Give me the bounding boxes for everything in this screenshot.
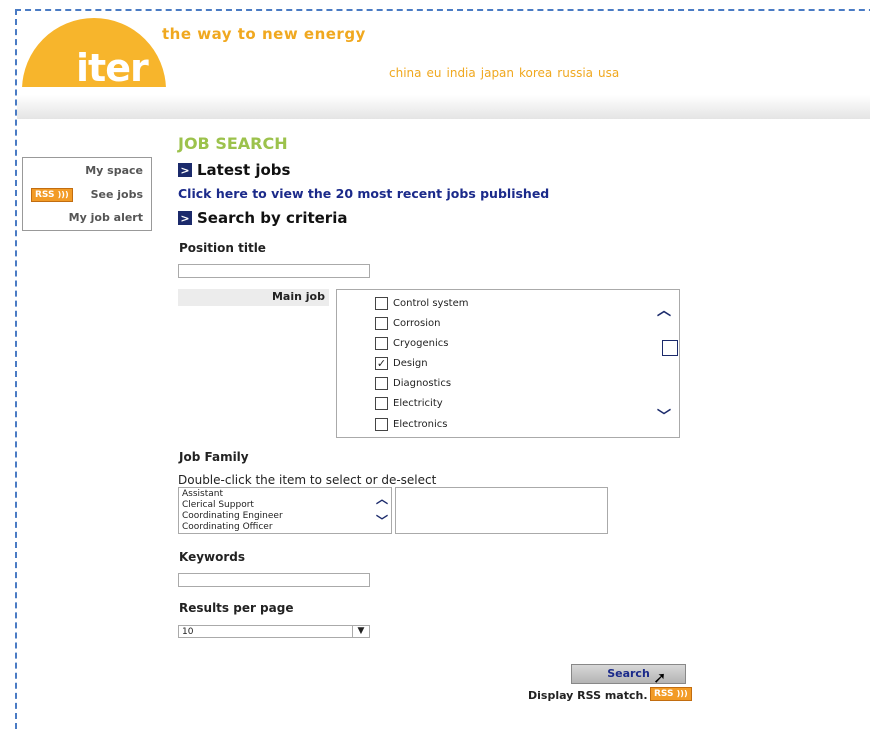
checkbox[interactable] bbox=[375, 377, 388, 390]
option-label: Design bbox=[393, 358, 428, 369]
option-label: Electronics bbox=[393, 419, 448, 430]
checkbox[interactable] bbox=[375, 397, 388, 410]
sidebar-item-my-space[interactable]: My space bbox=[85, 164, 143, 177]
option-label: Electricity bbox=[393, 398, 443, 409]
country-links: china eu india japan korea russia usa bbox=[389, 66, 619, 80]
header-bar bbox=[17, 95, 870, 119]
results-per-page-select[interactable]: 10 ▼ bbox=[178, 625, 370, 638]
country-link-japan[interactable]: japan bbox=[481, 66, 514, 80]
results-per-page-label: Results per page bbox=[179, 601, 294, 615]
option-label: Control system bbox=[393, 298, 469, 309]
option-label: Corrosion bbox=[393, 318, 441, 329]
search-criteria-heading: > Search by criteria bbox=[178, 209, 347, 227]
main-job-option[interactable]: Diagnostics bbox=[375, 377, 451, 390]
list-item[interactable]: Coordinating Engineer bbox=[182, 511, 283, 521]
country-link-korea[interactable]: korea bbox=[519, 66, 552, 80]
main-job-option[interactable]: ✓ Design bbox=[375, 357, 428, 370]
rss-icon[interactable]: RSS ))) bbox=[31, 188, 73, 202]
chevron-down-icon[interactable]: ▼ bbox=[352, 626, 369, 637]
position-title-label: Position title bbox=[179, 241, 266, 255]
option-label: Diagnostics bbox=[393, 378, 452, 389]
search-button[interactable]: Search bbox=[571, 664, 686, 684]
latest-jobs-link[interactable]: Click here to view the 20 most recent jo… bbox=[178, 186, 549, 201]
country-link-eu[interactable]: eu bbox=[427, 66, 442, 80]
checkbox-checked[interactable]: ✓ bbox=[375, 357, 388, 370]
list-item[interactable]: Clerical Support bbox=[182, 500, 254, 510]
checkbox[interactable] bbox=[375, 337, 388, 350]
rss-badge-label: RSS bbox=[35, 190, 55, 200]
latest-jobs-heading: > Latest jobs bbox=[178, 161, 290, 179]
chevron-up-icon[interactable]: ︿ bbox=[657, 300, 671, 320]
main-job-option[interactable]: Electronics bbox=[375, 418, 448, 431]
page-title: JOB SEARCH bbox=[178, 134, 288, 153]
job-family-selected-listbox[interactable] bbox=[395, 487, 608, 534]
keywords-label: Keywords bbox=[179, 550, 246, 564]
results-per-page-value: 10 bbox=[182, 627, 194, 637]
main-job-option[interactable]: Corrosion bbox=[375, 317, 441, 330]
main-job-option[interactable]: Cryogenics bbox=[375, 337, 448, 350]
main-job-option[interactable]: Control system bbox=[375, 297, 468, 310]
search-criteria-heading-text: Search by criteria bbox=[197, 209, 348, 227]
tagline: the way to new energy bbox=[162, 25, 366, 43]
sidebar-item-see-jobs[interactable]: See jobs bbox=[91, 188, 143, 201]
list-item[interactable]: Coordinating Officer bbox=[182, 522, 273, 532]
country-link-china[interactable]: china bbox=[389, 66, 422, 80]
job-family-label: Job Family bbox=[179, 450, 249, 464]
rss-icon[interactable]: RSS ))) bbox=[650, 687, 692, 701]
rss-badge-label: RSS bbox=[654, 689, 674, 699]
job-family-hint: Double-click the item to select or de-se… bbox=[178, 473, 437, 487]
latest-jobs-heading-text: Latest jobs bbox=[197, 161, 291, 179]
main-job-option[interactable]: Electricity bbox=[375, 397, 443, 410]
country-link-usa[interactable]: usa bbox=[598, 66, 619, 80]
option-label: Cryogenics bbox=[393, 338, 449, 349]
arrow-right-icon: > bbox=[178, 163, 192, 177]
position-title-input[interactable] bbox=[178, 264, 370, 278]
chevron-down-icon[interactable]: ﹀ bbox=[376, 512, 388, 529]
chevron-down-icon[interactable]: ﹀ bbox=[657, 406, 671, 426]
mouse-cursor-icon: ➚ bbox=[653, 668, 667, 687]
checkbox[interactable] bbox=[375, 317, 388, 330]
main-job-listbox[interactable]: Control system Corrosion Cryogenics ✓ De… bbox=[336, 289, 680, 438]
sidebar: My space RSS ))) See jobs My job alert bbox=[22, 157, 152, 231]
job-family-listbox[interactable]: Assistant Clerical Support Coordinating … bbox=[178, 487, 392, 534]
scrollbar-thumb[interactable] bbox=[662, 340, 678, 356]
chevron-up-icon[interactable]: ︿ bbox=[376, 490, 388, 507]
country-link-india[interactable]: india bbox=[447, 66, 476, 80]
arrow-right-icon: > bbox=[178, 211, 192, 225]
country-link-russia[interactable]: russia bbox=[557, 66, 593, 80]
sidebar-item-my-job-alert[interactable]: My job alert bbox=[69, 211, 143, 224]
logo-text: iter bbox=[76, 46, 149, 87]
main-job-label: Main job bbox=[178, 289, 329, 306]
checkbox[interactable] bbox=[375, 418, 388, 431]
keywords-input[interactable] bbox=[178, 573, 370, 587]
checkbox[interactable] bbox=[375, 297, 388, 310]
list-item[interactable]: Assistant bbox=[182, 489, 223, 499]
display-rss-match-label: Display RSS match. bbox=[528, 689, 648, 702]
